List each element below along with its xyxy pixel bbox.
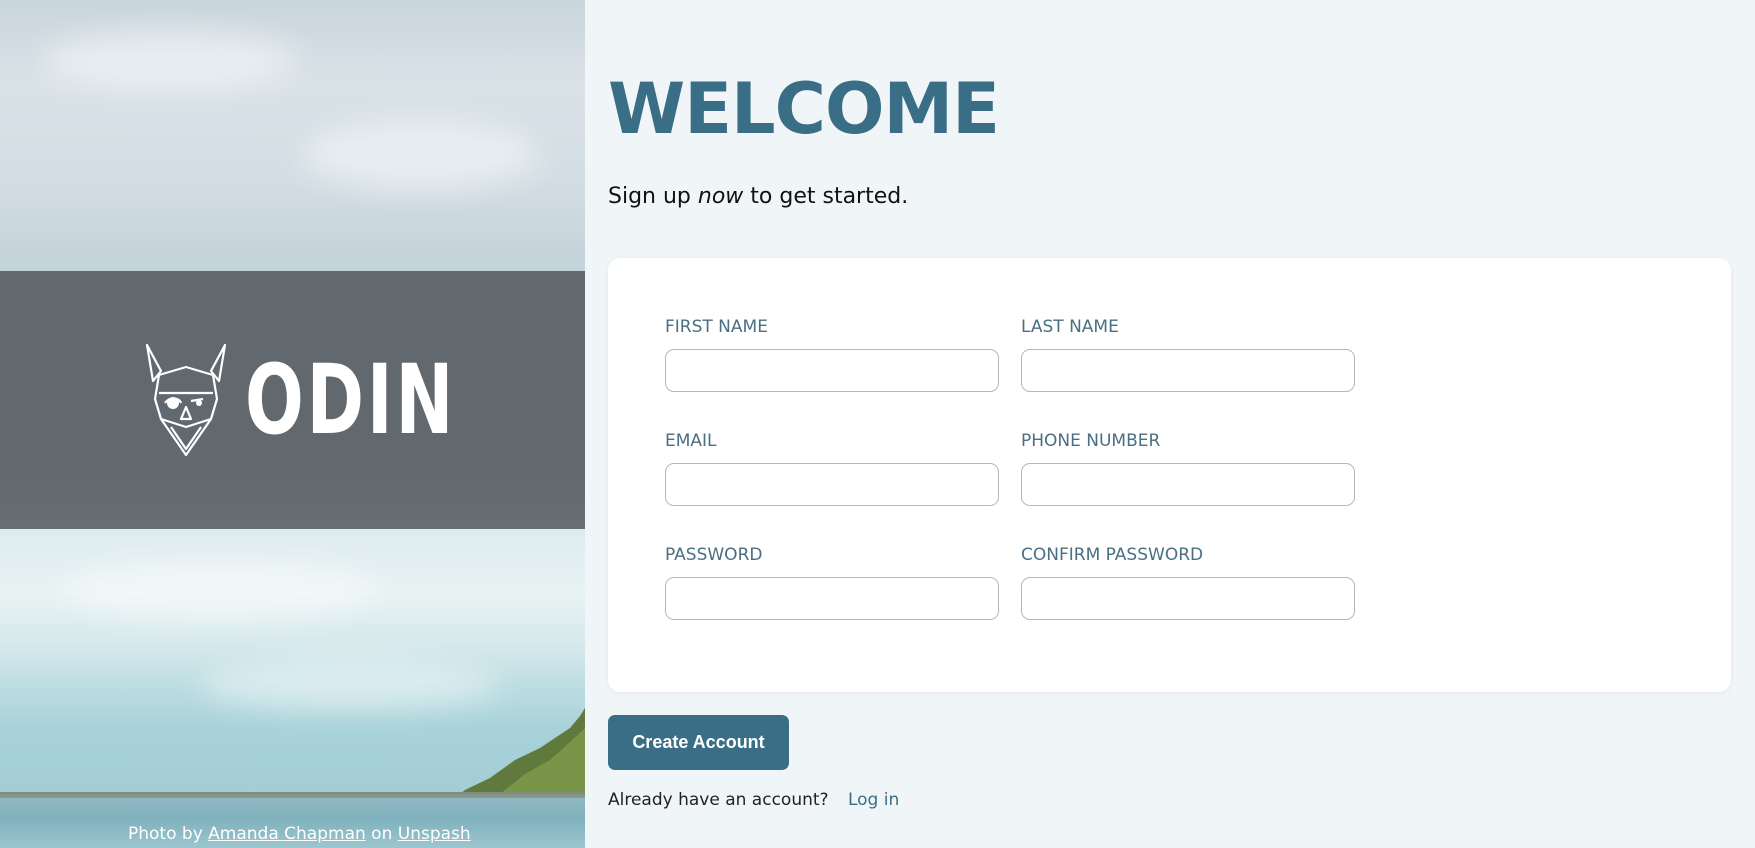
subtitle-text: Sign up bbox=[608, 184, 698, 209]
subtitle-emphasis: now bbox=[697, 184, 744, 209]
page-title: WELCOME bbox=[608, 68, 1000, 150]
logo-band: ODIN bbox=[0, 271, 585, 529]
photo-credit: Photo by Amanda Chapman on Unspash bbox=[128, 824, 471, 848]
cloud bbox=[40, 30, 300, 90]
logo-wordmark: ODIN bbox=[244, 344, 456, 456]
first-name-input[interactable] bbox=[665, 349, 999, 392]
credit-prefix: Photo by bbox=[128, 824, 203, 844]
first-name-label: FIRST NAME bbox=[665, 317, 768, 337]
first-name-field: FIRST NAME bbox=[665, 315, 999, 392]
confirm-password-input[interactable] bbox=[1021, 577, 1355, 620]
cloud bbox=[300, 120, 540, 190]
credit-middle: on bbox=[371, 824, 393, 844]
last-name-input[interactable] bbox=[1021, 349, 1355, 392]
phone-number-field: PHONE NUMBER bbox=[1021, 429, 1355, 506]
signup-form-card: FIRST NAME LAST NAME EMAIL PHONE NUMBER … bbox=[608, 258, 1731, 692]
create-account-button[interactable]: Create Account bbox=[608, 715, 789, 770]
phone-number-label: PHONE NUMBER bbox=[1021, 431, 1161, 451]
coastal-hill bbox=[455, 708, 585, 798]
email-label: EMAIL bbox=[665, 431, 717, 451]
last-name-label: LAST NAME bbox=[1021, 317, 1119, 337]
confirm-password-label: CONFIRM PASSWORD bbox=[1021, 545, 1204, 565]
subtitle-text: to get started. bbox=[743, 184, 909, 209]
password-input[interactable] bbox=[665, 577, 999, 620]
credit-site-link[interactable]: Unspash bbox=[398, 824, 471, 844]
login-link[interactable]: Log in bbox=[848, 790, 899, 810]
last-name-field: LAST NAME bbox=[1021, 315, 1355, 392]
phone-number-input[interactable] bbox=[1021, 463, 1355, 506]
login-prompt: Already have an account? Log in bbox=[608, 790, 899, 810]
confirm-password-field: CONFIRM PASSWORD bbox=[1021, 543, 1355, 620]
signup-page: ODIN Photo by Amanda Chapman on Unspash … bbox=[0, 0, 1755, 848]
email-field: EMAIL bbox=[665, 429, 999, 506]
credit-author-link[interactable]: Amanda Chapman bbox=[208, 824, 366, 844]
signup-panel: WELCOME Sign up now to get started. FIRS… bbox=[585, 0, 1755, 848]
hero-image: ODIN Photo by Amanda Chapman on Unspash bbox=[0, 0, 585, 848]
password-field: PASSWORD bbox=[665, 543, 999, 620]
cloud bbox=[60, 560, 380, 620]
email-input[interactable] bbox=[665, 463, 999, 506]
viking-head-icon bbox=[145, 343, 226, 457]
odin-logo: ODIN bbox=[141, 341, 456, 459]
login-question: Already have an account? bbox=[608, 790, 829, 810]
password-label: PASSWORD bbox=[665, 545, 763, 565]
page-subtitle: Sign up now to get started. bbox=[608, 184, 908, 209]
